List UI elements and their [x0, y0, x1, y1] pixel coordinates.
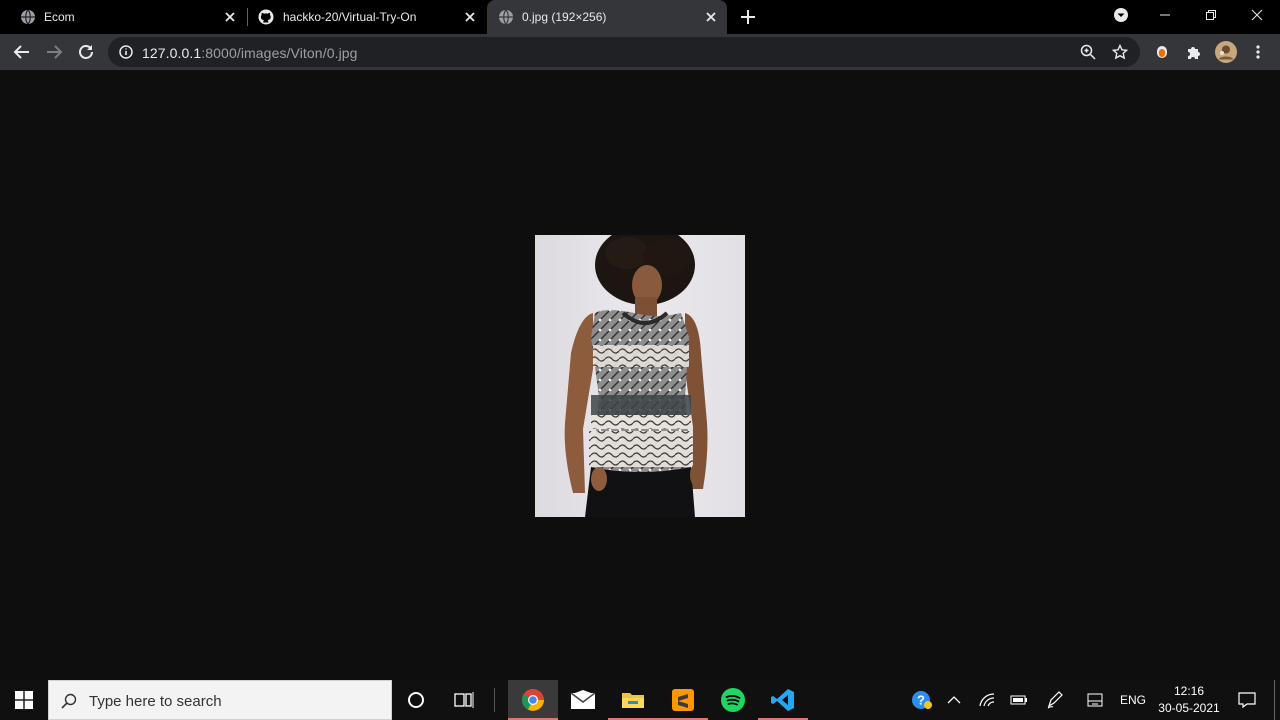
show-hidden-icons-button[interactable]: [940, 680, 968, 720]
kebab-menu-icon: [1256, 45, 1260, 59]
taskbar-app-file-explorer[interactable]: [608, 680, 658, 720]
wifi-icon: [979, 693, 995, 707]
tab-search-button[interactable]: [1098, 0, 1144, 30]
menu-button[interactable]: [1246, 40, 1270, 64]
cortana-button[interactable]: [391, 680, 441, 720]
taskbar-app-spotify[interactable]: [708, 680, 758, 720]
search-placeholder: Type here to search: [89, 693, 222, 710]
chevron-down-circle-icon: [1114, 8, 1128, 22]
url-path: :8000/images/Viton/0.jpg: [201, 45, 358, 61]
windows-logo-icon: [15, 691, 33, 709]
windows-taskbar: Type here to search ? ENG 12:16 30-05-20…: [0, 680, 1280, 720]
url-text: 127.0.0.1:8000/images/Viton/0.jpg: [142, 45, 358, 61]
taskbar-divider: [494, 688, 495, 712]
restore-icon: [1206, 10, 1216, 20]
taskbar-search-box[interactable]: Type here to search: [48, 680, 392, 720]
url-host: 127.0.0.1: [142, 45, 202, 61]
taskbar-app-mail[interactable]: [558, 680, 608, 720]
tab-ecom[interactable]: Ecom: [0, 0, 246, 34]
tab-title: 0.jpg (192×256): [522, 10, 607, 24]
sublime-text-icon: [672, 689, 694, 711]
chevron-up-icon: [947, 696, 961, 704]
tab-github[interactable]: hackko-20/Virtual-Try-On: [248, 0, 486, 34]
tray-battery[interactable]: [1004, 680, 1034, 720]
clock-time: 12:16: [1173, 684, 1205, 698]
taskbar-app-chrome[interactable]: [508, 680, 558, 720]
avatar: [1215, 41, 1237, 63]
svg-text:?: ?: [917, 693, 925, 708]
tray-pen[interactable]: [1040, 680, 1070, 720]
touch-keyboard-icon: [1087, 693, 1103, 707]
tray-help[interactable]: ?: [906, 680, 938, 720]
action-center-button[interactable]: [1232, 680, 1262, 720]
notification-icon: [1238, 692, 1256, 708]
viewed-image[interactable]: [535, 235, 745, 517]
profile-button[interactable]: [1214, 40, 1238, 64]
reload-button[interactable]: [74, 40, 98, 64]
browser-toolbar: 127.0.0.1:8000/images/Viton/0.jpg: [0, 34, 1280, 70]
globe-icon: [499, 9, 513, 25]
task-view-icon: [454, 692, 474, 708]
close-icon: [1251, 9, 1263, 21]
spotify-icon: [721, 688, 745, 712]
file-explorer-icon: [622, 693, 644, 708]
tab-title: hackko-20/Virtual-Try-On: [283, 10, 417, 24]
help-icon: ?: [912, 691, 932, 709]
image-viewer: [0, 70, 1280, 680]
close-icon[interactable]: [703, 9, 719, 25]
reload-icon: [79, 45, 93, 59]
search-icon: [61, 693, 77, 709]
close-icon[interactable]: [462, 9, 478, 25]
new-tab-icon[interactable]: [738, 7, 758, 27]
tab-title: Ecom: [44, 10, 75, 24]
minimize-icon: [1160, 14, 1170, 16]
arrow-left-icon: [13, 45, 29, 59]
close-icon[interactable]: [222, 9, 238, 25]
pen-icon: [1047, 691, 1063, 709]
extension-flame-icon: [1157, 46, 1167, 58]
forward-button[interactable]: [42, 40, 66, 64]
back-button[interactable]: [10, 40, 34, 64]
arrow-right-icon: [47, 45, 63, 59]
zoom-icon[interactable]: [1080, 44, 1096, 60]
tab-image[interactable]: 0.jpg (192×256): [487, 0, 727, 34]
photo-woman-tank-top: [535, 235, 745, 517]
taskbar-app-sublime[interactable]: [658, 680, 708, 720]
tray-network[interactable]: [972, 680, 1002, 720]
extensions-button[interactable]: [1182, 40, 1206, 64]
github-icon: [258, 9, 274, 25]
extension-button[interactable]: [1150, 40, 1174, 64]
taskbar-app-vscode[interactable]: [758, 680, 808, 720]
address-bar[interactable]: 127.0.0.1:8000/images/Viton/0.jpg: [108, 37, 1140, 67]
show-desktop-button[interactable]: [1274, 680, 1275, 720]
start-button[interactable]: [0, 680, 48, 720]
minimize-button[interactable]: [1142, 0, 1188, 30]
tab-strip: Ecom hackko-20/Virtual-Try-On 0.jpg (192…: [0, 0, 1280, 34]
battery-icon: [1010, 695, 1027, 705]
bookmark-star-icon[interactable]: [1112, 44, 1128, 60]
globe-icon: [21, 9, 35, 25]
chrome-icon: [522, 689, 544, 711]
puzzle-icon: [1188, 47, 1200, 59]
task-view-button[interactable]: [439, 680, 489, 720]
taskbar-clock[interactable]: 12:16 30-05-2021: [1150, 683, 1228, 717]
tray-language[interactable]: ENG: [1116, 680, 1150, 720]
info-icon[interactable]: [119, 45, 133, 59]
vscode-icon: [771, 689, 794, 711]
mail-icon: [570, 690, 596, 709]
tray-keyboard[interactable]: [1080, 680, 1110, 720]
restore-button[interactable]: [1188, 0, 1234, 30]
cortana-circle-icon: [408, 692, 424, 708]
clock-date: 30-05-2021: [1158, 701, 1220, 715]
close-window-button[interactable]: [1234, 0, 1280, 30]
